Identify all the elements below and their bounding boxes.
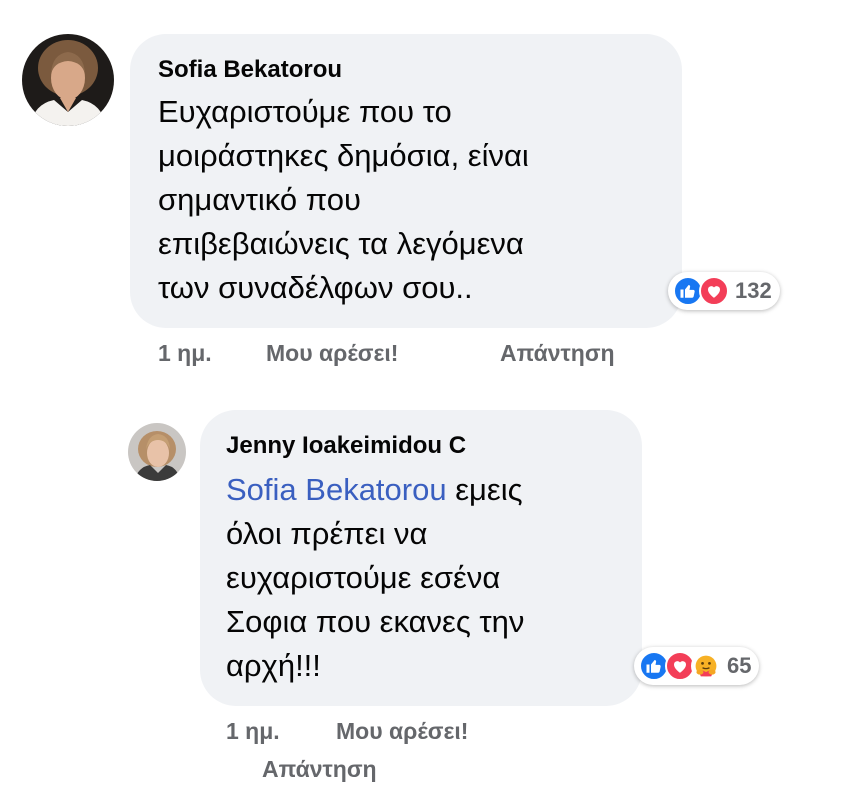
comment-bubble: Sofia Bekatorou Ευχαριστούμε που το μοιρ… — [130, 34, 682, 328]
comment-actions: 1 ημ. Μου αρέσει! Απάντηση — [0, 718, 855, 788]
comment-text-line: Ευχαριστούμε που το — [158, 94, 452, 129]
comment-text-line: όλοι πρέπει να — [226, 516, 428, 551]
reaction-summary[interactable]: 132 — [668, 272, 780, 310]
reaction-summary[interactable]: 65 — [634, 647, 760, 685]
comment-text-fragment: εμεις — [446, 472, 523, 507]
comment-text-line: μοιράστηκες δημόσια, είναι — [158, 138, 529, 173]
comment-timestamp[interactable]: 1 ημ. — [226, 718, 280, 745]
reply-button[interactable]: Απάντηση — [500, 340, 615, 367]
comment-text-line: σημαντικό που — [158, 182, 361, 217]
comment-text-line: επιβεβαιώνεις τα λεγόμενα — [158, 226, 524, 261]
reaction-count: 65 — [727, 653, 752, 678]
comment-text-line: αρχή!!! — [226, 648, 321, 683]
comment-timestamp[interactable]: 1 ημ. — [158, 340, 212, 367]
profile-photo — [128, 423, 186, 481]
profile-photo — [22, 34, 114, 126]
avatar-sofia-bekatorou[interactable] — [22, 34, 114, 126]
comment-bubble: Jenny Ioakeimidou C Sofia Bekatorou εμει… — [200, 410, 642, 706]
avatar-jenny-ioakeimidou[interactable] — [128, 423, 186, 481]
comment-author[interactable]: Jenny Ioakeimidou C — [226, 430, 616, 462]
comment-text-line: Σοφια που εκανες την — [226, 604, 525, 639]
comment-text-line: Sofia Bekatorou εμεις — [226, 468, 616, 512]
comment-text-line: των συναδέλφων σου.. — [158, 270, 473, 305]
love-icon — [699, 276, 729, 306]
care-icon — [691, 651, 721, 681]
comment-author[interactable]: Sofia Bekatorou — [158, 54, 654, 86]
like-button[interactable]: Μου αρέσει! — [266, 340, 398, 367]
reaction-count: 132 — [735, 278, 772, 303]
mention-link[interactable]: Sofia Bekatorou — [226, 472, 447, 507]
comment-text-line: ευχαριστούμε εσένα — [226, 560, 501, 595]
comment-actions: 1 ημ. Μου αρέσει! Απάντηση — [0, 340, 855, 374]
reply-button[interactable]: Απάντηση — [262, 756, 377, 783]
like-button[interactable]: Μου αρέσει! — [336, 718, 468, 745]
